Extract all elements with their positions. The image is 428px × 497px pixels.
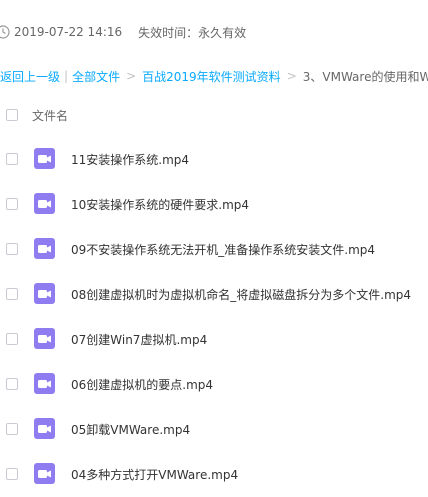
file-row[interactable]: 05卸载VMWare.mp4	[0, 407, 428, 452]
file-name[interactable]: 08创建虚拟机时为虚拟机命名_将虚拟磁盘拆分为多个文件.mp4	[71, 286, 411, 303]
file-row[interactable]: 06创建虚拟机的要点.mp4	[0, 362, 428, 407]
file-row[interactable]: 08创建虚拟机时为虚拟机命名_将虚拟磁盘拆分为多个文件.mp4	[0, 272, 428, 317]
breadcrumb-divider: |	[64, 69, 69, 83]
filename-column-header[interactable]: 文件名	[32, 107, 68, 124]
all-files-link[interactable]: 全部文件	[72, 68, 120, 85]
share-date: 2019-07-22 14:16	[14, 25, 123, 39]
file-checkbox[interactable]	[6, 333, 18, 345]
file-name[interactable]: 09不安装操作系统无法开机_准备操作系统安装文件.mp4	[71, 241, 375, 258]
file-name[interactable]: 07创建Win7虚拟机.mp4	[71, 331, 207, 348]
expiry-text: 失效时间：永久有效	[138, 25, 247, 40]
video-file-icon	[34, 418, 55, 439]
file-row[interactable]: 11安装操作系统.mp4	[0, 137, 428, 182]
video-file-icon	[34, 328, 55, 349]
file-name[interactable]: 04多种方式打开VMWare.mp4	[71, 466, 238, 483]
file-name[interactable]: 11安装操作系统.mp4	[71, 151, 189, 168]
file-name[interactable]: 10安装操作系统的硬件要求.mp4	[71, 196, 249, 213]
file-name[interactable]: 06创建虚拟机的要点.mp4	[71, 376, 213, 393]
back-link[interactable]: 返回上一级	[0, 68, 60, 85]
video-file-icon	[34, 373, 55, 394]
file-checkbox[interactable]	[6, 243, 18, 255]
breadcrumb-separator: >	[126, 69, 137, 83]
file-row[interactable]: 10安装操作系统的硬件要求.mp4	[0, 182, 428, 227]
file-checkbox[interactable]	[6, 288, 18, 300]
file-checkbox[interactable]	[6, 198, 18, 210]
file-list: 11安装操作系统.mp4 10安装操作系统的硬件要求.mp4 09不安装操作系统无法…	[0, 137, 428, 497]
file-checkbox[interactable]	[6, 468, 18, 480]
file-checkbox[interactable]	[6, 423, 18, 435]
breadcrumb-separator: >	[286, 69, 297, 83]
file-checkbox[interactable]	[6, 378, 18, 390]
file-row[interactable]: 04多种方式打开VMWare.mp4	[0, 452, 428, 497]
video-file-icon	[34, 283, 55, 304]
video-file-icon	[34, 148, 55, 169]
video-file-icon	[34, 193, 55, 214]
list-header: 文件名	[0, 100, 428, 130]
share-meta: 2019-07-22 14:16 失效时间：永久有效	[0, 22, 246, 42]
file-row[interactable]: 07创建Win7虚拟机.mp4	[0, 317, 428, 362]
select-all-checkbox[interactable]	[6, 109, 18, 121]
clock-icon	[0, 25, 10, 39]
breadcrumb: 返回上一级 | 全部文件 > 百战2019年软件测试资料 > 3、VMWare的…	[0, 67, 428, 85]
video-file-icon	[34, 238, 55, 259]
folder-link[interactable]: 百战2019年软件测试资料	[142, 68, 281, 85]
file-row[interactable]: 09不安装操作系统无法开机_准备操作系统安装文件.mp4	[0, 227, 428, 272]
video-file-icon	[34, 463, 55, 484]
file-name[interactable]: 05卸载VMWare.mp4	[71, 421, 190, 438]
current-folder: 3、VMWare的使用和Win	[302, 69, 428, 84]
file-checkbox[interactable]	[6, 153, 18, 165]
